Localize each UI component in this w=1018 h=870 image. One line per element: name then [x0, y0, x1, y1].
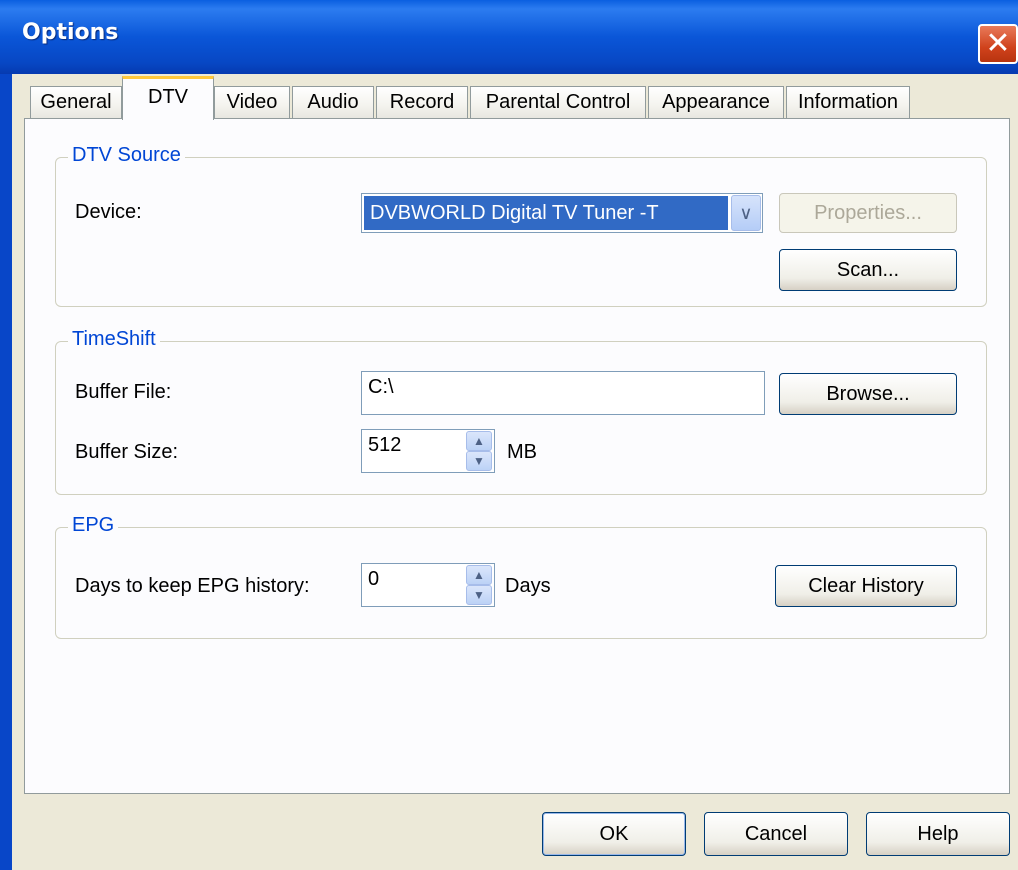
- dtv-tab-panel: DTV Source Device: DVBWORLD Digital TV T…: [24, 118, 1010, 794]
- buffer-file-value: C:\: [368, 376, 394, 398]
- arrow-up-icon[interactable]: ▲: [466, 565, 492, 585]
- tab-video[interactable]: Video: [214, 86, 290, 118]
- browse-button[interactable]: Browse...: [779, 373, 957, 415]
- title-bar[interactable]: Options ✕: [0, 0, 1018, 74]
- tab-audio[interactable]: Audio: [292, 86, 374, 118]
- timeshift-group: TimeShift: [55, 328, 987, 495]
- ok-button[interactable]: OK: [542, 812, 686, 856]
- buffer-size-value: 512: [368, 434, 402, 456]
- clear-history-button[interactable]: Clear History: [775, 565, 957, 607]
- buffer-file-label: Buffer File:: [75, 381, 172, 403]
- timeshift-legend: TimeShift: [68, 328, 160, 351]
- tab-general[interactable]: General: [30, 86, 122, 118]
- cancel-button[interactable]: Cancel: [704, 812, 848, 856]
- device-label: Device:: [75, 201, 142, 223]
- scan-button[interactable]: Scan...: [779, 249, 957, 291]
- chevron-down-icon[interactable]: ∨: [731, 195, 761, 231]
- arrow-up-icon[interactable]: ▲: [466, 431, 492, 451]
- epg-days-unit: Days: [505, 575, 551, 597]
- window-frame-left: [0, 74, 12, 870]
- device-select-value: DVBWORLD Digital TV Tuner -T: [364, 196, 728, 230]
- device-select[interactable]: DVBWORLD Digital TV Tuner -T ∨: [361, 193, 763, 233]
- tab-record[interactable]: Record: [376, 86, 468, 118]
- tab-dtv[interactable]: DTV: [122, 76, 214, 120]
- tab-information[interactable]: Information: [786, 86, 910, 118]
- buffer-file-input[interactable]: C:\: [361, 371, 765, 415]
- close-button[interactable]: ✕: [978, 24, 1018, 64]
- buffer-size-unit: MB: [507, 441, 537, 463]
- window-title: Options: [22, 20, 119, 45]
- tab-parental-control[interactable]: Parental Control: [470, 86, 646, 118]
- properties-button[interactable]: Properties...: [779, 193, 957, 233]
- options-dialog: Options ✕ General DTV Video Audio Record…: [0, 0, 1018, 870]
- dtv-source-legend: DTV Source: [68, 144, 185, 167]
- epg-days-label: Days to keep EPG history:: [75, 575, 310, 597]
- arrow-down-icon[interactable]: ▼: [466, 451, 492, 471]
- buffer-size-label: Buffer Size:: [75, 441, 179, 463]
- close-icon: ✕: [985, 26, 1011, 61]
- epg-legend: EPG: [68, 514, 119, 537]
- help-button[interactable]: Help: [866, 812, 1010, 856]
- arrow-down-icon[interactable]: ▼: [466, 585, 492, 605]
- tab-appearance[interactable]: Appearance: [648, 86, 784, 118]
- epg-days-value: 0: [368, 568, 380, 590]
